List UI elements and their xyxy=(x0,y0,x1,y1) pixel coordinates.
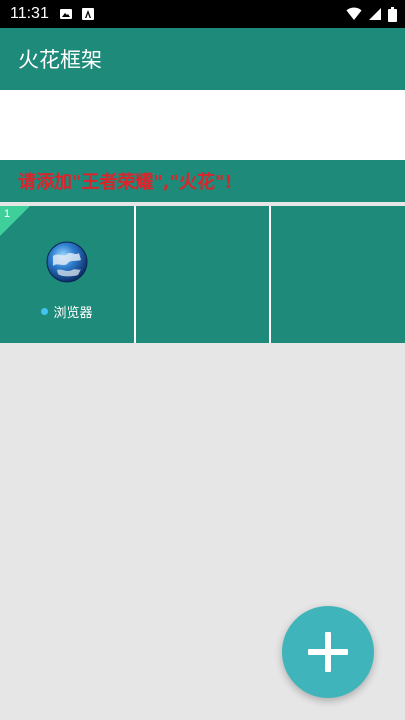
wifi-icon xyxy=(346,7,362,20)
hint-text: 请添加"王者荣耀","火花"! xyxy=(18,172,233,193)
app-title: 火花框架 xyxy=(18,48,102,72)
status-time: 11:31 xyxy=(10,5,49,22)
grid-cell-empty[interactable] xyxy=(271,206,405,343)
corner-badge-number: 1 xyxy=(4,208,11,220)
plus-icon xyxy=(308,632,348,672)
banner-area xyxy=(0,90,405,160)
status-dot xyxy=(41,308,49,315)
status-notification-icons xyxy=(59,7,95,21)
app-grid: 1 浏览器 xyxy=(0,206,405,343)
globe-icon xyxy=(46,241,88,283)
app-label-row: 浏览器 xyxy=(0,302,134,321)
grid-cell-empty[interactable] xyxy=(136,206,269,343)
image-icon xyxy=(59,9,72,19)
hint-bar: 请添加"王者荣耀","火花"! xyxy=(0,160,405,205)
add-button[interactable] xyxy=(282,606,374,698)
status-left: 11:31 xyxy=(10,5,95,23)
app-bar: 火花框架 xyxy=(0,28,405,90)
app-label: 浏览器 xyxy=(53,306,93,321)
signal-icon xyxy=(369,8,381,20)
grid-cell-browser[interactable]: 1 浏览器 xyxy=(0,206,134,343)
status-bar: 11:31 xyxy=(0,0,405,28)
status-right xyxy=(346,6,397,22)
battery-icon xyxy=(388,6,397,22)
a-letter-icon xyxy=(81,8,94,20)
